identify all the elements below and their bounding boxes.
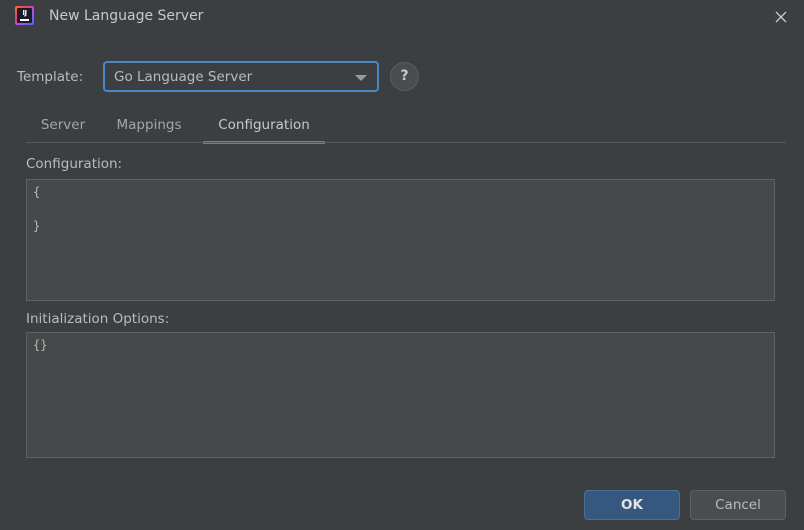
tab-mappings-label: Mappings: [116, 117, 182, 133]
close-button[interactable]: [758, 0, 804, 31]
configuration-textarea[interactable]: { }: [26, 179, 775, 301]
configuration-label: Configuration:: [26, 156, 123, 172]
help-button[interactable]: ?: [390, 62, 419, 91]
initialization-options-textarea[interactable]: {}: [26, 332, 775, 458]
question-mark-icon: ?: [400, 68, 409, 84]
window-title: New Language Server: [49, 8, 204, 24]
template-combobox[interactable]: Go Language Server: [103, 61, 379, 92]
tab-server[interactable]: Server: [30, 112, 96, 144]
tab-configuration[interactable]: Configuration: [203, 112, 325, 144]
app-icon-letters: IJ: [22, 9, 27, 17]
template-label: Template:: [17, 69, 84, 85]
ok-button[interactable]: OK: [584, 490, 680, 520]
tab-configuration-label: Configuration: [218, 117, 310, 133]
new-language-server-dialog: IJ New Language Server Template: Go Lang…: [0, 0, 804, 530]
tab-bar: Server Mappings Configuration: [26, 112, 786, 144]
template-combobox-value: Go Language Server: [114, 69, 253, 85]
tab-server-label: Server: [40, 117, 86, 133]
initialization-options-label: Initialization Options:: [26, 311, 170, 327]
cancel-button[interactable]: Cancel: [690, 490, 786, 520]
app-icon-underscore: [20, 19, 29, 21]
tab-mappings[interactable]: Mappings: [105, 112, 193, 144]
intellij-idea-icon: IJ: [15, 6, 34, 25]
close-icon: [775, 11, 787, 23]
title-bar: IJ New Language Server: [0, 0, 804, 32]
chevron-down-icon: [355, 75, 367, 81]
tab-separator: [26, 142, 786, 143]
